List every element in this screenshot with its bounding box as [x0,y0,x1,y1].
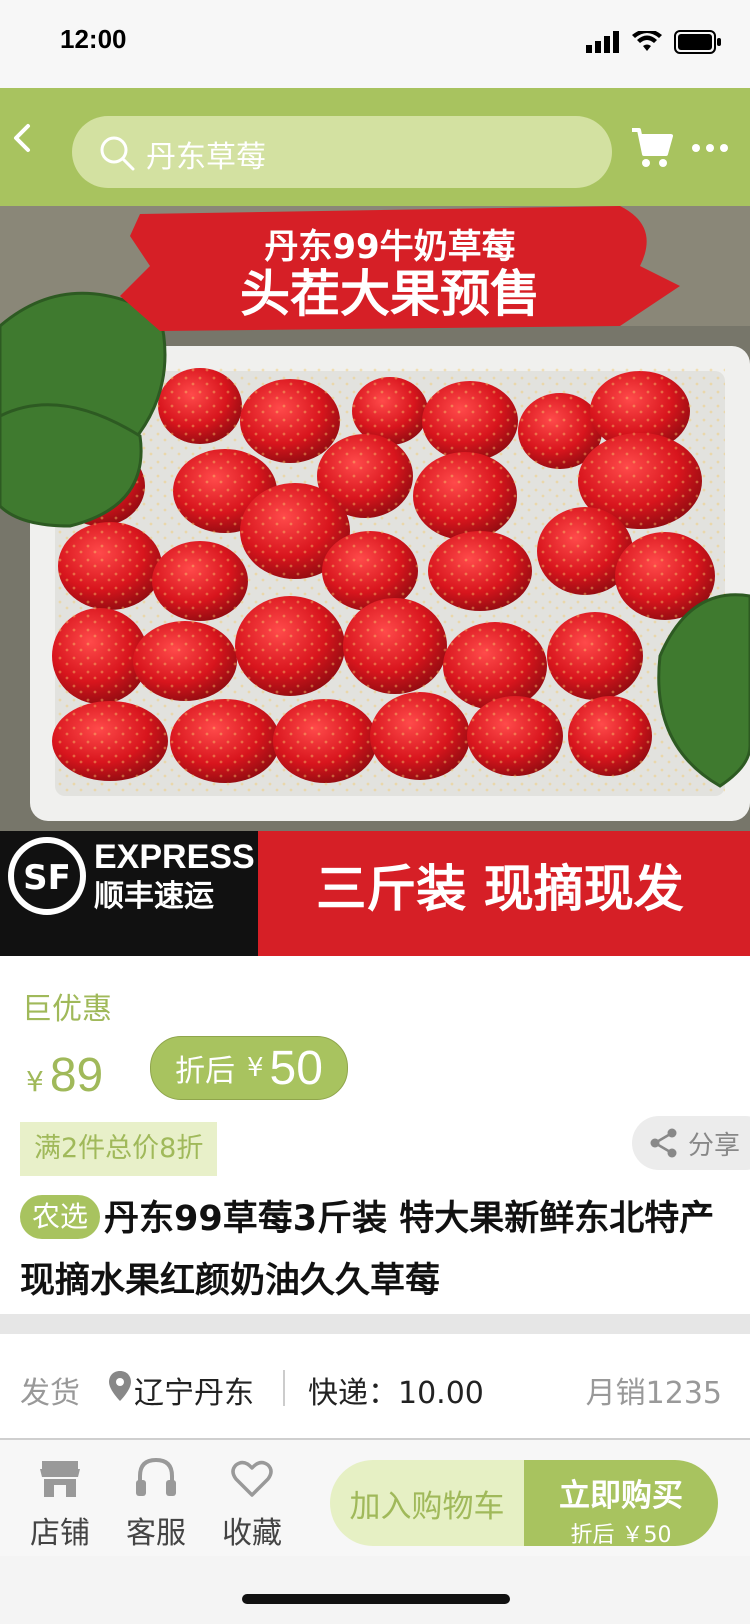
product-title-text: 丹东99草莓3斤装 特大果新鲜东北特产现摘水果红颜奶油久久草莓 [20,1199,715,1301]
discount-price-value: 50 [269,1041,323,1095]
buy-now-label: 立即购买 [559,1478,683,1514]
buy-now-price: 折后 ￥50 [570,1523,672,1548]
location-pin-icon [109,1371,131,1401]
share-label: 分享 [688,1130,741,1161]
shop-label: 店铺 [30,1516,90,1551]
favorite-button[interactable]: 收藏 [214,1456,290,1552]
sf-chinese-label: 顺丰速运 [94,879,214,914]
status-bar: 12:00 [0,0,750,88]
signal-icon [586,31,619,53]
express-label: EXPRESS [94,838,255,876]
shop-button[interactable]: 店铺 [22,1456,98,1552]
strawberry-photo: 丹东99牛奶草莓 头茬大果预售 SF EXPRESS 顺丰速运 三斤装 现摘现发 [0,206,750,956]
back-button[interactable] [8,118,48,168]
search-input[interactable]: 丹东草莓 [146,132,266,176]
share-button[interactable]: 分享 [632,1116,750,1170]
product-title: 农选 丹东99草莓3斤装 特大果新鲜东北特产现摘水果红颜奶油久久草莓 [20,1188,730,1312]
store-icon [40,1461,80,1497]
cart-button[interactable] [630,126,676,172]
headset-icon [136,1457,176,1496]
shipping-location: 辽宁丹东 [134,1376,254,1411]
top-navbar: 丹东草莓 [0,88,750,206]
currency-symbol: ¥ [26,1065,44,1098]
product-image[interactable]: 丹东99牛奶草莓 头茬大果预售 SF EXPRESS 顺丰速运 三斤装 现摘现发 [0,206,750,956]
shipping-row[interactable]: 发货 辽宁丹东 快递：10.00 月销1235 [0,1334,750,1440]
price-value: 89 [49,1049,104,1102]
status-icons [586,30,722,54]
search-bar[interactable]: 丹东草莓 [72,116,612,188]
discount-price-badge: 折后 ¥ 50 [150,1036,348,1100]
sf-logo-text: SF [23,858,71,898]
category-tag: 农选 [20,1195,101,1239]
add-to-cart-button[interactable]: 加入购物车 [330,1460,524,1546]
shipping-separator [283,1370,285,1406]
coupon-tag[interactable]: 满2件总价8折 [20,1122,218,1176]
buy-now-button[interactable]: 立即购买 折后 ￥50 [524,1460,718,1548]
hero-footer-text: 三斤装 现摘现发 [316,860,683,918]
heart-icon [231,1460,273,1497]
status-time: 12:00 [60,24,127,54]
express-fee: 快递：10.00 [308,1376,484,1411]
customer-service-button[interactable]: 客服 [118,1456,194,1552]
bottom-action-bar: 店铺 客服 收藏 加入购物车 立即购买 折后 ￥50 [0,1440,750,1556]
monthly-sales: 月销1235 [585,1376,722,1411]
cart-icon [632,128,673,167]
banner-line-1: 丹东99牛奶草莓 [264,227,515,267]
battery-icon [674,30,721,54]
discount-currency: ¥ [247,1053,264,1083]
discount-label: 折后 [175,1054,235,1089]
more-dots-icon [692,144,728,152]
chevron-left-icon [14,124,30,152]
favorite-label: 收藏 [222,1516,282,1551]
search-icon [100,136,135,171]
original-price: ¥ 89 [26,1048,103,1103]
banner-line-2: 头茬大果预售 [240,265,540,323]
wifi-icon [632,31,662,51]
shipping-label: 发货 [20,1376,80,1411]
product-info: 巨优惠 ¥ 89 折后 ¥ 50 满2件总价8折 分享 农选 丹东99草莓3斤装 … [0,956,750,1314]
home-indicator[interactable] [242,1594,510,1604]
service-label: 客服 [126,1516,186,1551]
more-button[interactable] [690,128,734,168]
share-icon [650,1128,677,1158]
promo-label: 巨优惠 [22,992,112,1027]
section-divider [0,1314,750,1334]
